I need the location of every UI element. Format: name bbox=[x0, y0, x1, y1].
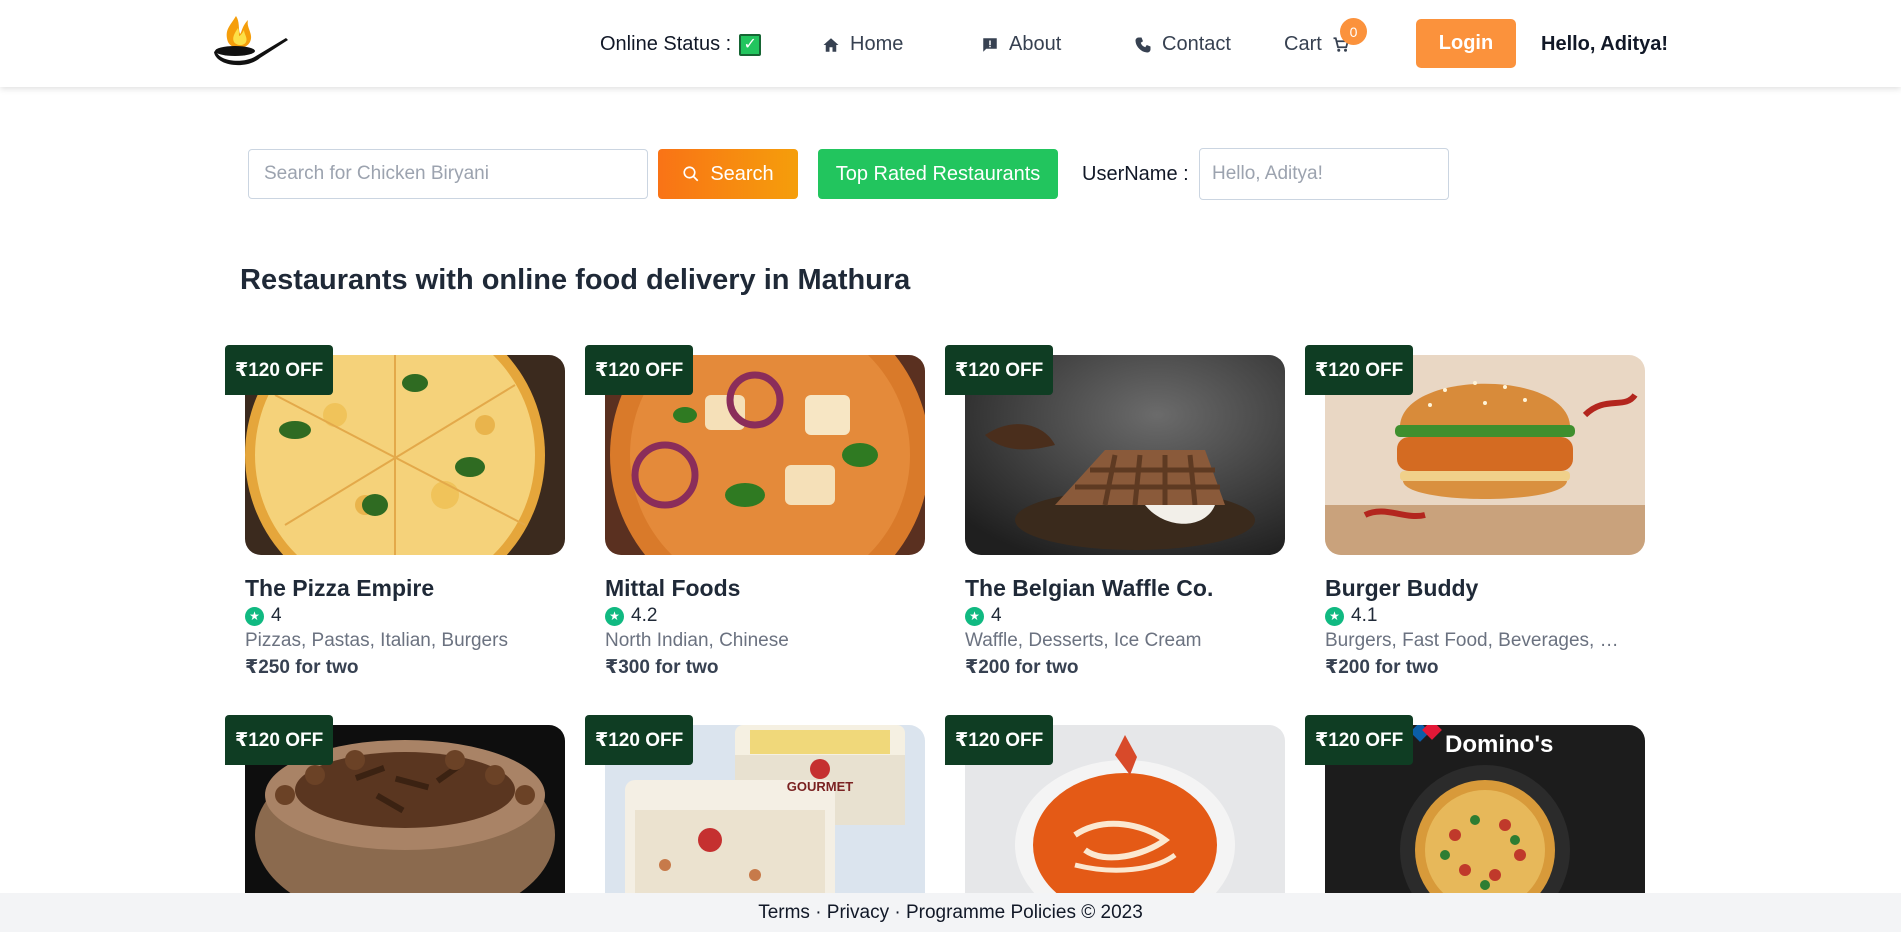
star-icon: ★ bbox=[1325, 606, 1344, 626]
username-label: UserName : bbox=[1082, 163, 1189, 185]
gourmet-text: GOURMET bbox=[787, 779, 854, 794]
search-input[interactable] bbox=[248, 149, 648, 199]
restaurant-card[interactable]: ₹120 OFF Burger Buddy ★ 4.1 Burgers, Fas… bbox=[1305, 345, 1645, 679]
restaurant-cuisines: Waffle, Desserts, Ice Cream bbox=[965, 630, 1202, 651]
search-button[interactable]: Search bbox=[658, 149, 798, 199]
top-rated-button[interactable]: Top Rated Restaurants bbox=[818, 149, 1058, 199]
username-input[interactable] bbox=[1199, 148, 1449, 200]
offer-badge: ₹120 OFF bbox=[225, 715, 334, 765]
restaurant-card[interactable]: ₹120 OFF Mittal Foods ★ 4.2 North Indian… bbox=[585, 345, 925, 679]
restaurant-cuisines: North Indian, Chinese bbox=[605, 630, 789, 651]
rating-value: 4.1 bbox=[1351, 605, 1378, 626]
restaurant-cuisines: Burgers, Fast Food, Beverages, Piz... bbox=[1325, 630, 1625, 651]
logo-icon[interactable] bbox=[210, 12, 290, 68]
page-title: Restaurants with online food delivery in… bbox=[240, 264, 911, 296]
rating-value: 4 bbox=[991, 605, 1002, 626]
restaurant-name: Burger Buddy bbox=[1325, 575, 1479, 601]
restaurant-cost: ₹200 for two bbox=[965, 657, 1079, 678]
offer-badge: ₹120 OFF bbox=[1305, 345, 1414, 395]
nav-home[interactable]: Home bbox=[822, 33, 903, 56]
restaurant-rating: ★ 4.2 bbox=[605, 605, 925, 627]
offer-badge: ₹120 OFF bbox=[585, 715, 694, 765]
nav-cart[interactable]: Cart bbox=[1284, 33, 1350, 56]
top-navbar: Online Status : ✓ Home About Contact Car… bbox=[0, 0, 1901, 87]
online-status: Online Status : ✓ bbox=[600, 33, 762, 56]
search-button-label: Search bbox=[710, 162, 774, 185]
home-icon bbox=[823, 37, 839, 52]
restaurant-rating: ★ 4 bbox=[965, 605, 1285, 627]
restaurant-card[interactable]: ₹120 OFF The Belgian Waffle Co. ★ 4 Waff… bbox=[945, 345, 1285, 679]
restaurant-name: Mittal Foods bbox=[605, 575, 741, 601]
restaurant-name: The Belgian Waffle Co. bbox=[965, 575, 1214, 601]
restaurant-rating: ★ 4.1 bbox=[1325, 605, 1645, 627]
dominos-text: Domino's bbox=[1445, 731, 1553, 758]
user-greeting: Hello, Aditya! bbox=[1541, 33, 1669, 55]
phone-icon bbox=[1135, 37, 1151, 52]
footer-text: Terms · Privacy · Programme Policies © 2… bbox=[758, 901, 1143, 923]
cart-count-badge: 0 bbox=[1340, 18, 1367, 45]
restaurant-cuisines: Pizzas, Pastas, Italian, Burgers bbox=[245, 630, 508, 651]
nav-about[interactable]: About bbox=[981, 33, 1061, 56]
star-icon: ★ bbox=[605, 606, 624, 626]
restaurant-card[interactable]: ₹120 OFF The Pizza Empire ★ 4 Pizzas, Pa… bbox=[225, 345, 565, 679]
restaurant-name: The Pizza Empire bbox=[245, 575, 435, 601]
offer-badge: ₹120 OFF bbox=[585, 345, 694, 395]
feedback-icon bbox=[983, 37, 997, 52]
nav-about-label: About bbox=[1009, 33, 1062, 55]
star-icon: ★ bbox=[245, 606, 264, 626]
rating-value: 4.2 bbox=[631, 605, 658, 626]
offer-badge: ₹120 OFF bbox=[945, 715, 1054, 765]
nav-contact[interactable]: Contact bbox=[1134, 33, 1231, 56]
footer: Terms · Privacy · Programme Policies © 2… bbox=[0, 893, 1901, 932]
restaurant-rating: ★ 4 bbox=[245, 605, 565, 627]
nav-contact-label: Contact bbox=[1162, 33, 1231, 55]
login-button[interactable]: Login bbox=[1416, 19, 1516, 68]
online-status-label: Online Status : bbox=[600, 33, 732, 55]
restaurant-cost: ₹300 for two bbox=[605, 657, 719, 678]
nav-home-label: Home bbox=[850, 33, 904, 55]
offer-badge: ₹120 OFF bbox=[945, 345, 1054, 395]
offer-badge: ₹120 OFF bbox=[1305, 715, 1414, 765]
restaurant-cost: ₹250 for two bbox=[245, 657, 359, 678]
nav-cart-label: Cart bbox=[1284, 33, 1322, 55]
offer-badge: ₹120 OFF bbox=[225, 345, 334, 395]
star-icon: ★ bbox=[965, 606, 984, 626]
online-check-icon: ✓ bbox=[739, 33, 762, 56]
restaurant-cost: ₹200 for two bbox=[1325, 657, 1439, 678]
search-icon bbox=[683, 166, 699, 182]
rating-value: 4 bbox=[271, 605, 282, 626]
